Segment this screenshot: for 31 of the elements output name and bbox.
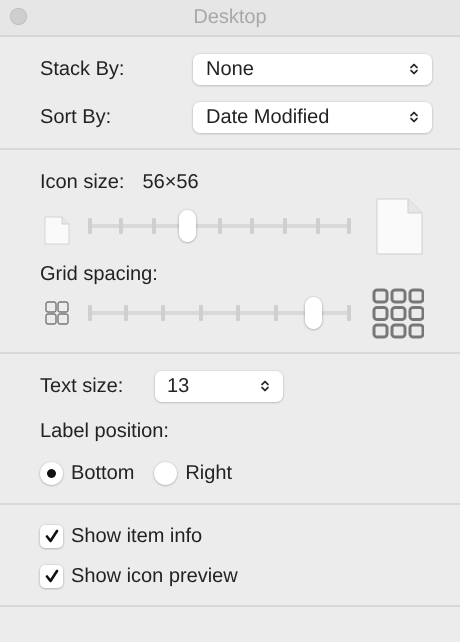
checkmark-icon [42,527,60,545]
radio-button[interactable] [40,462,63,484]
grid-icon [45,301,69,325]
field-label: Stack By: [40,57,126,81]
field-label: Label position: [40,419,170,443]
dropdown[interactable]: 13 [155,370,283,402]
field-label: Sort By: [40,105,112,129]
checkbox-label[interactable]: Show icon preview [71,564,238,588]
close-button[interactable] [10,8,27,25]
field-label: Text size: [40,374,124,398]
window-title: Desktop [193,6,267,29]
document-icon [44,216,70,244]
chevron-icon [409,110,419,124]
chevron-icon [260,379,270,393]
field-label: Icon size: [40,170,124,194]
checkmark-icon [42,567,60,585]
dropdown[interactable]: Date Modified [193,102,432,132]
checkbox-label[interactable]: Show item info [71,524,202,548]
radio-label[interactable]: Right [185,461,232,485]
size-reading: 56×56 [142,170,199,194]
grid-icon [372,288,424,338]
field-label: Grid spacing: [40,262,159,286]
chevron-icon [409,62,419,76]
document-icon [376,198,423,254]
dropdown[interactable]: None [193,54,432,84]
radio-label[interactable]: Bottom [71,461,134,485]
radio-button[interactable] [154,462,178,484]
checkbox[interactable] [40,564,63,588]
slider-thumb[interactable] [305,297,322,329]
checkbox[interactable] [40,524,63,548]
slider-thumb[interactable] [178,210,196,242]
